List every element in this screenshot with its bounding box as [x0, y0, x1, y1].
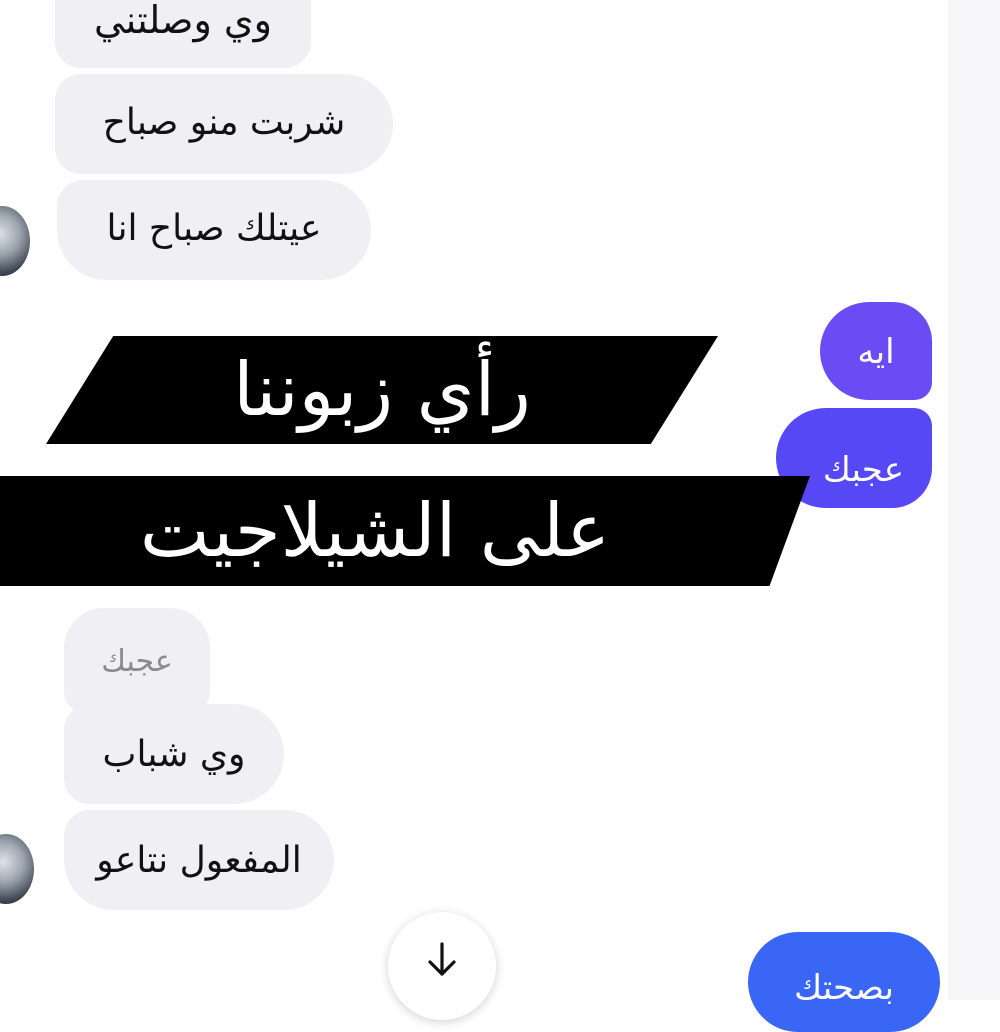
message-bubble-incoming[interactable]: عيتلك صباح انا — [57, 180, 371, 280]
sender-avatar[interactable] — [0, 206, 30, 276]
reply-quote-text: عجبك — [101, 644, 173, 679]
sender-avatar[interactable] — [0, 834, 34, 904]
message-text: عجبك — [822, 450, 904, 490]
overlay-title-line1: رأي زبوننا — [46, 336, 718, 444]
reaction-reply-bubble[interactable]: عجبك — [64, 608, 210, 712]
message-bubble-outgoing[interactable]: ايه — [820, 302, 932, 400]
message-text: وي وصلتني — [94, 0, 272, 42]
message-bubble-incoming[interactable]: وي وصلتني — [55, 0, 311, 68]
message-text: ايه — [857, 332, 895, 372]
message-text: عيتلك صباح انا — [106, 208, 322, 249]
message-text: شربت منو صباح — [102, 102, 346, 143]
overlay-title-line2: على الشيلاجيت — [0, 476, 810, 586]
scroll-down-button[interactable] — [388, 912, 496, 1020]
message-bubble-incoming[interactable]: شربت منو صباح — [55, 74, 393, 174]
message-text: المفعول نتاعو — [96, 840, 302, 881]
arrow-down-icon — [428, 942, 456, 976]
right-margin — [948, 0, 1000, 1000]
message-text: وي شباب — [102, 734, 246, 775]
message-bubble-outgoing[interactable]: بصحتك — [748, 932, 940, 1032]
message-bubble-incoming[interactable]: المفعول نتاعو — [64, 810, 334, 910]
message-text: بصحتك — [794, 968, 894, 1008]
message-bubble-incoming[interactable]: وي شباب — [64, 704, 284, 804]
